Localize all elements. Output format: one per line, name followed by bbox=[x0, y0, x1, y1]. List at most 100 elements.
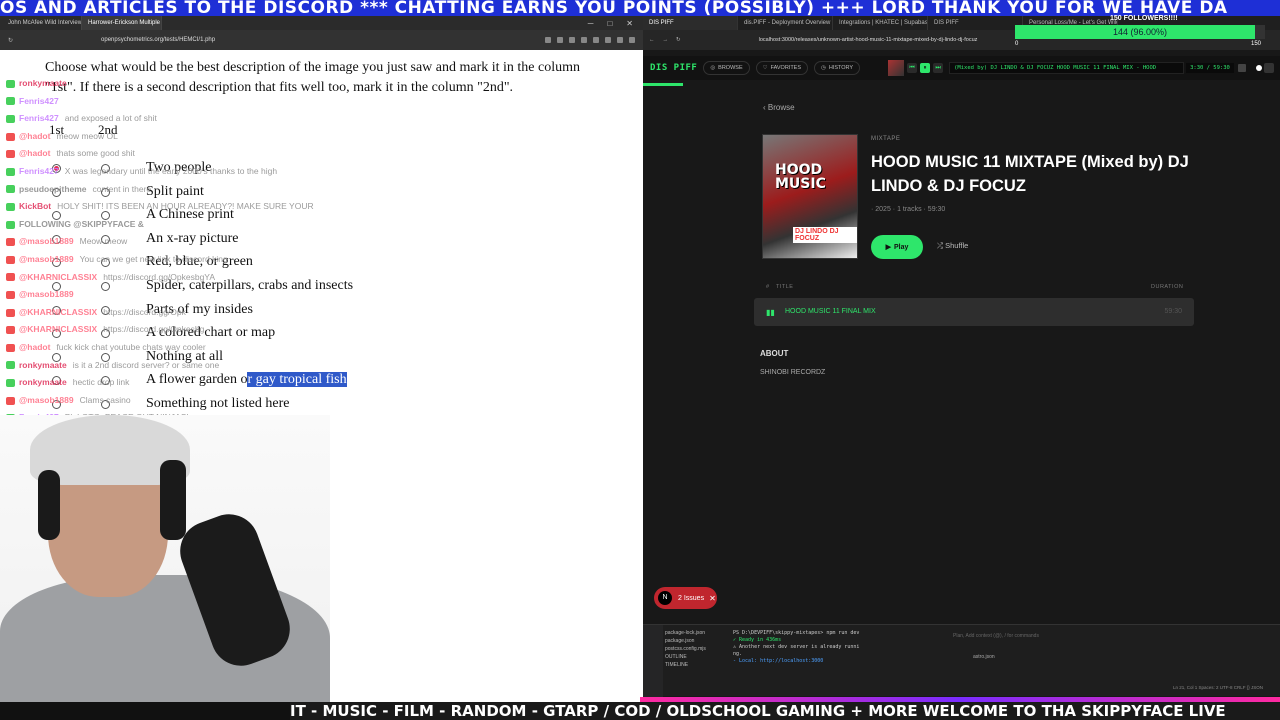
followers-min: 0 bbox=[1015, 41, 1019, 47]
chat-username: @masob1889 bbox=[19, 394, 74, 405]
play-button[interactable]: ▶ Play bbox=[871, 235, 923, 259]
forward-icon[interactable]: → bbox=[663, 37, 669, 43]
next-icon[interactable]: ⏭ bbox=[933, 63, 944, 73]
followers-goal-title: 150 FOLLOWERS!!!! bbox=[1110, 15, 1178, 22]
cover-title: HOOD MUSIC bbox=[775, 162, 826, 192]
option-label[interactable]: Something not listed here bbox=[146, 396, 289, 412]
chat-message: @masob1889 bbox=[6, 289, 80, 299]
terminal-line: PS D:\DEVPIFF\skippy-mixtapes> npm run d… bbox=[733, 630, 860, 636]
radio-2nd-6[interactable] bbox=[101, 282, 110, 291]
tab-dis-piff[interactable]: DIS PIFF bbox=[643, 16, 738, 30]
selected-text: r gay tropical fish bbox=[247, 372, 347, 388]
tab-mcafee-interview[interactable]: John McAfee Wild Interview - Y... bbox=[2, 16, 82, 30]
followers-progress-label: 144 (96.00%) bbox=[1112, 27, 1168, 37]
chat-username: @hadot bbox=[19, 130, 51, 141]
chat-message: @masob1889 You can we get new link to dis… bbox=[6, 254, 228, 264]
chat-message: KickBot HOLY SHIT! ITS BEEN AN HOUR ALREA… bbox=[6, 201, 314, 211]
kick-icon bbox=[6, 361, 15, 370]
kick-icon bbox=[6, 378, 15, 387]
chat-username: @KHARNICLASSIX bbox=[19, 271, 98, 282]
chat-username: @hadot bbox=[19, 148, 51, 159]
ai-chat-input[interactable]: Plan, Add context (@), / for commands bbox=[953, 633, 1039, 639]
now-playing-artwork bbox=[888, 60, 905, 76]
headphone-left bbox=[38, 470, 60, 540]
close-icon[interactable]: ✕ bbox=[626, 19, 633, 28]
file-explorer: package-lock.json package.json postcss.con… bbox=[665, 629, 706, 669]
track-row[interactable]: ▮▮ HOOD MUSIC 11 FINAL MIX 59:30 bbox=[754, 298, 1194, 326]
close-icon[interactable]: ✕ bbox=[709, 594, 716, 603]
volume-slider-handle[interactable] bbox=[1255, 65, 1262, 71]
bottom-ticker: IT - MUSIC - FILM - RANDOM - GTARP / COD… bbox=[290, 702, 1280, 720]
pause-icon[interactable]: ⏸ bbox=[920, 63, 931, 73]
maximize-icon[interactable]: □ bbox=[607, 19, 612, 28]
terminal-output: PS D:\DEVPIFF\skippy-mixtapes> npm run d… bbox=[733, 630, 873, 665]
terminal-line: - Local: http://localhost:3000 bbox=[733, 658, 824, 664]
nav-browse[interactable]: ◎ BROWSE bbox=[703, 61, 750, 75]
kick-icon bbox=[6, 220, 15, 229]
nav-browse-label: BROWSE bbox=[718, 65, 743, 71]
issues-badge[interactable]: N 2 Issues ✕ bbox=[654, 587, 717, 609]
youtube-icon bbox=[6, 290, 15, 299]
menu-icon[interactable] bbox=[1264, 63, 1274, 73]
browse-back-link[interactable]: ‹ Browse bbox=[763, 103, 795, 112]
right-browser-window: DIS PIFF dis.PIFF - Deployment Overview … bbox=[643, 16, 1280, 702]
col-number-header: # bbox=[766, 284, 770, 290]
explorer-item[interactable]: OUTLINE bbox=[665, 653, 706, 661]
right-url-field[interactable]: localhost:3000/releases/unknown-artist-h… bbox=[759, 37, 978, 43]
col-title-header: TITLE bbox=[776, 284, 794, 290]
chat-text: is it a 2nd discord server? or same one bbox=[72, 359, 220, 370]
cover-names: DJ LINDO DJ FOCUZ bbox=[793, 227, 857, 243]
tab-deployment[interactable]: dis.PIFF - Deployment Overview - Ve bbox=[738, 16, 833, 30]
chat-username: ronkymaate bbox=[19, 359, 67, 370]
explorer-item[interactable]: package-lock.json bbox=[665, 629, 706, 637]
now-playing-time: 3:30 / 59:30 bbox=[1186, 63, 1234, 73]
chat-message: Fenris427 X was legendary until the early… bbox=[6, 166, 277, 176]
now-playing-title: (Mixed by) DJ LINDO & DJ FOCUZ HOOD MUSI… bbox=[949, 62, 1185, 74]
play-icon: ▶ bbox=[885, 244, 891, 251]
app-logo[interactable]: DIS PIFF bbox=[650, 63, 697, 73]
explorer-item[interactable]: postcss.config.mjs bbox=[665, 645, 706, 653]
track-name: HOOD MUSIC 11 FINAL MIX bbox=[785, 308, 876, 315]
playback-progress[interactable] bbox=[643, 83, 683, 86]
release-kind: MIXTAPE bbox=[871, 136, 901, 142]
browse-back-label: Browse bbox=[767, 103, 795, 112]
about-heading: ABOUT bbox=[760, 349, 789, 358]
editor-activity-bar bbox=[643, 625, 663, 697]
chat-text: content in there bbox=[92, 183, 152, 194]
youtube-icon bbox=[6, 273, 15, 282]
nav-history[interactable]: ◷ HISTORY bbox=[814, 61, 861, 75]
clock-icon: ◷ bbox=[821, 65, 826, 71]
chat-message: Fenris427 bbox=[6, 96, 65, 106]
chat-message: ronkymaate hectic drop link bbox=[6, 377, 129, 387]
tab-hemci-test[interactable]: Harrower-Erickson Multiple Ch... bbox=[82, 16, 162, 30]
minimize-icon[interactable]: ─ bbox=[588, 19, 594, 28]
col-duration-header: DURATION bbox=[1151, 284, 1184, 290]
explorer-item[interactable]: TIMELINE bbox=[665, 661, 706, 669]
youtube-icon bbox=[6, 308, 15, 317]
back-icon[interactable]: ← bbox=[649, 37, 655, 43]
nav-history-label: HISTORY bbox=[828, 65, 854, 71]
option-label[interactable]: A flower garden or gay tropical fish bbox=[146, 372, 347, 388]
chat-username: @KHARNICLASSIX bbox=[19, 306, 98, 317]
option-label[interactable]: An x-ray picture bbox=[146, 231, 239, 247]
about-text: SHINOBI RECORDZ bbox=[760, 369, 826, 376]
kick-icon bbox=[6, 202, 15, 211]
chat-text: X was legendary until the early 2000's t… bbox=[64, 166, 278, 176]
headphone-right bbox=[160, 460, 186, 540]
option-label[interactable]: Split paint bbox=[146, 184, 204, 200]
volume-icon[interactable] bbox=[1237, 64, 1246, 72]
reload-icon[interactable]: ↻ bbox=[676, 37, 681, 43]
previous-icon[interactable]: ⏮ bbox=[907, 63, 918, 73]
youtube-icon bbox=[6, 238, 15, 247]
shuffle-button[interactable]: ⤮ Shuffle bbox=[937, 241, 968, 251]
chat-username: pseudoepitheme bbox=[19, 183, 87, 194]
chat-message: @hadot fuck kick chat youtube chats way c… bbox=[6, 342, 206, 352]
tab-supabase[interactable]: Integrations | KHATEC | Supabase bbox=[833, 16, 928, 30]
chat-username: Fenris427 bbox=[19, 95, 59, 106]
chat-message: @KHARNICLASSIX https://discord.gg/Opk bbox=[6, 307, 186, 317]
ai-chat-context[interactable]: astro.json bbox=[973, 654, 995, 660]
explorer-item[interactable]: package.json bbox=[665, 637, 706, 645]
youtube-icon bbox=[6, 326, 15, 335]
tab-dis-piff-2[interactable]: DIS PIFF bbox=[928, 16, 1023, 30]
nav-favorites[interactable]: ♡ FAVORITES bbox=[755, 61, 809, 75]
